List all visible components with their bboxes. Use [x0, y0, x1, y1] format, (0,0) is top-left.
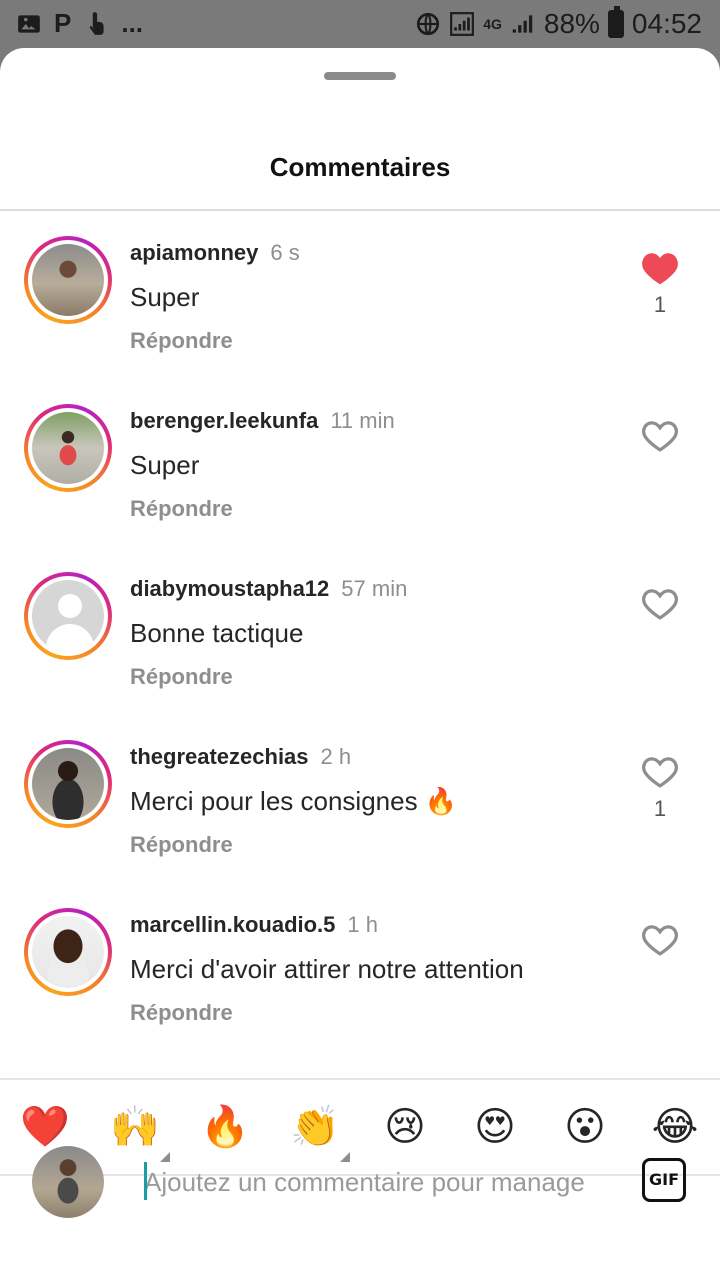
reply-button[interactable]: Répondre — [130, 1000, 233, 1026]
avatar[interactable] — [32, 412, 104, 484]
comment-username[interactable]: diabymoustapha12 — [130, 576, 329, 601]
comment-time: 57 min — [341, 576, 408, 601]
comment-item: diabymoustapha12 57 min Bonne tactique Ré… — [0, 572, 720, 722]
reply-button[interactable]: Répondre — [130, 328, 233, 354]
emoji-fire[interactable]: 🔥 — [200, 1102, 250, 1152]
like-count: 1 — [653, 292, 667, 317]
emoji-heart[interactable]: ❤️ — [20, 1102, 70, 1152]
comment-username[interactable]: berenger.leekunfa — [130, 408, 318, 433]
parking-icon: P — [54, 8, 72, 38]
comment-username[interactable]: marcellin.kouadio.5 — [130, 912, 335, 937]
emoji-clapping-hands[interactable]: 👏 — [290, 1102, 340, 1152]
gif-button[interactable]: GIF — [642, 1158, 686, 1202]
comment-item: apiamonney 6 s Super Répondre 1 — [0, 236, 720, 386]
battery-percent: 88% — [543, 8, 600, 39]
comment-input[interactable] — [144, 1160, 614, 1204]
comment-time: 2 h — [320, 744, 352, 769]
network-type: 4G — [483, 16, 502, 32]
status-bar-right: 4G 88% 04:52 — [415, 6, 702, 40]
avatar[interactable] — [32, 916, 104, 988]
emoji-heart-eyes[interactable]: 😍 — [470, 1102, 520, 1152]
status-bar: P ... 4G 88% 04:52 — [0, 0, 720, 48]
comments-sheet: Commentaires apiamonney 6 s Super Répondr… — [0, 48, 720, 1280]
reply-button[interactable]: Répondre — [130, 496, 233, 522]
comment-time: 11 min — [330, 408, 395, 433]
avatar[interactable] — [32, 580, 104, 652]
status-more: ... — [121, 8, 144, 38]
emoji-raised-hands[interactable]: 🙌 — [110, 1102, 160, 1152]
globe-icon — [417, 12, 440, 36]
comment-username[interactable]: thegreatezechias — [130, 744, 309, 769]
text-cursor — [144, 1162, 147, 1200]
status-bar-left: P ... — [16, 8, 143, 39]
image-icon — [18, 14, 40, 33]
emoji-crying-face[interactable]: 😢 — [380, 1102, 430, 1152]
comment-time: 6 s — [270, 240, 300, 265]
emoji-tears-of-joy[interactable]: 😂 — [650, 1102, 700, 1152]
touch-icon — [89, 11, 104, 35]
comment-text: Super — [130, 450, 200, 480]
heart-outline-icon[interactable] — [640, 754, 680, 790]
drag-handle[interactable] — [324, 72, 396, 80]
comment-item: thegreatezechias 2 h Merci pour les consi… — [0, 740, 720, 890]
signal-box-icon — [450, 12, 475, 36]
like-count: 1 — [653, 796, 667, 821]
reply-button[interactable]: Répondre — [130, 832, 233, 858]
battery-icon — [607, 6, 624, 38]
comment-text: Merci pour les consignes 🔥 — [130, 786, 458, 816]
story-ring[interactable] — [24, 740, 112, 828]
clock: 04:52 — [631, 8, 702, 39]
comment-item: marcellin.kouadio.5 1 h Merci d'avoir att… — [0, 908, 720, 1058]
story-ring[interactable] — [24, 908, 112, 996]
emoji-surprised-face[interactable]: 😮 — [560, 1102, 610, 1152]
heart-outline-icon[interactable] — [640, 922, 680, 958]
story-ring[interactable] — [24, 236, 112, 324]
comment-text: Bonne tactique — [130, 618, 304, 648]
comment-text: Super — [130, 282, 200, 312]
divider — [0, 209, 720, 211]
reply-button[interactable]: Répondre — [130, 664, 233, 690]
avatar[interactable] — [32, 244, 104, 316]
story-ring[interactable] — [24, 572, 112, 660]
cell-signal-icon — [512, 15, 533, 33]
story-ring[interactable] — [24, 404, 112, 492]
heart-outline-icon[interactable] — [640, 586, 680, 622]
page-title: Commentaires — [269, 152, 451, 182]
heart-outline-icon[interactable] — [640, 418, 680, 454]
comment-time: 1 h — [347, 912, 378, 937]
comment-username[interactable]: apiamonney — [130, 240, 258, 265]
comment-item: berenger.leekunfa 11 min Super Répondre — [0, 404, 720, 554]
avatar[interactable] — [32, 748, 104, 820]
user-avatar[interactable] — [32, 1146, 104, 1218]
heart-filled-icon[interactable] — [640, 250, 680, 286]
comment-text: Merci d'avoir attirer notre attention — [130, 954, 524, 984]
